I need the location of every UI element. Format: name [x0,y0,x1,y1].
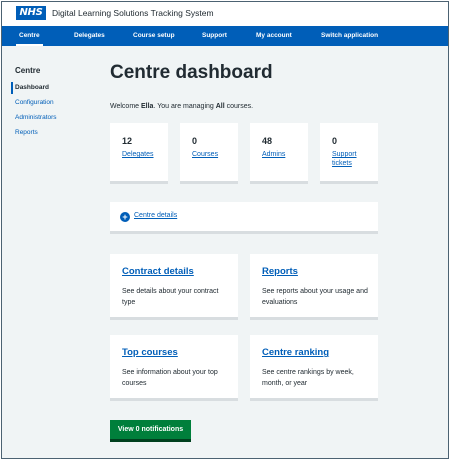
page-title: Centre dashboard [110,62,273,83]
contract-details-link[interactable]: Contract details [122,266,194,277]
user-name: Ella [141,103,154,110]
support-tickets-link[interactable]: Support tickets [332,150,368,168]
promo-description: See information about your top courses [122,369,218,387]
stat-value: 0 [332,136,338,146]
sidebar-item-reports[interactable]: Reports [15,129,38,136]
nav-item-support[interactable]: Support [202,26,227,46]
promo-card-contract-details[interactable]: Contract details See details about your … [110,254,238,320]
stat-card-admins: 48 Admins [250,123,308,184]
reports-link[interactable]: Reports [262,266,298,277]
course-scope: All [215,103,225,110]
promo-card-top-courses[interactable]: Top courses See information about your t… [110,335,238,401]
centre-details-expander[interactable]: + Centre details [110,202,378,234]
promo-card-centre-ranking[interactable]: Centre ranking See centre rankings by we… [250,335,378,401]
delegates-link[interactable]: Delegates [122,150,154,159]
centre-details-link[interactable]: Centre details [134,212,177,219]
welcome-message: Welcome Ella. You are managing All cours… [110,103,254,110]
nhs-logo[interactable]: NHS [16,6,46,20]
promo-card-reports[interactable]: Reports See reports about your usage and… [250,254,378,320]
stat-value: 12 [122,136,133,146]
courses-link[interactable]: Courses [192,150,218,159]
primary-navigation: Centre Delegates Course setup Support My… [2,26,448,46]
promo-description: See details about your contract type [122,288,219,306]
nav-item-switch-application[interactable]: Switch application [321,26,378,46]
stat-card-support-tickets: 0 Support tickets [320,123,378,184]
app-window: NHS Digital Learning Solutions Tracking … [1,1,449,459]
sidebar-item-administrators[interactable]: Administrators [15,114,57,121]
view-notifications-button[interactable]: View 0 notifications [110,420,191,442]
site-header: NHS Digital Learning Solutions Tracking … [2,2,448,26]
top-courses-link[interactable]: Top courses [122,347,178,358]
sidebar-active-indicator [11,82,13,94]
sidebar-item-configuration[interactable]: Configuration [15,99,54,106]
admins-link[interactable]: Admins [262,150,285,159]
promo-description: See reports about your usage and evaluat… [262,288,368,306]
nav-item-centre[interactable]: Centre [16,26,43,46]
sidebar-item-dashboard[interactable]: Dashboard [15,84,49,91]
nav-item-course-setup[interactable]: Course setup [133,26,175,46]
nav-item-delegates[interactable]: Delegates [74,26,105,46]
stat-card-courses: 0 Courses [180,123,238,184]
stat-card-delegates: 12 Delegates [110,123,168,184]
app-title[interactable]: Digital Learning Solutions Tracking Syst… [52,7,214,19]
plus-circle-icon[interactable]: + [120,212,130,222]
centre-ranking-link[interactable]: Centre ranking [262,347,329,358]
stat-value: 48 [262,136,273,146]
stat-value: 0 [192,136,198,146]
sidebar-heading: Centre [15,66,41,75]
promo-description: See centre rankings by week, month, or y… [262,369,354,387]
nav-item-my-account[interactable]: My account [256,26,292,46]
